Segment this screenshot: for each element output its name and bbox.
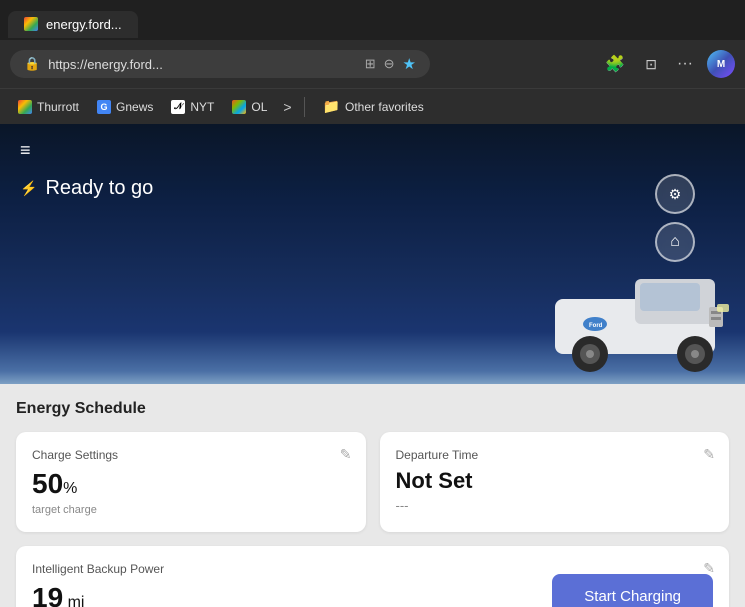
star-icon[interactable]: ★ [403,55,416,73]
departure-time-value: Not Set [396,468,714,494]
hero-content: ⚡ Ready to go [0,177,745,200]
folder-icon: 📁 [323,98,340,115]
backup-power-card: Intelligent Backup Power 19 mi range res… [16,546,729,607]
departure-time-placeholder: --- [396,498,714,513]
departure-time-card: Departure Time Not Set --- ✎ [380,432,730,532]
ol-label: OL [251,100,267,114]
tab-bar: energy.ford... [0,0,745,40]
browser-actions: 🧩 ⊡ ··· M [599,50,735,78]
home-map-icon: ⌂ [670,233,680,251]
backup-unit: mi [63,594,84,607]
bookmark-gnews[interactable]: G Gnews [89,97,161,117]
home-map-button[interactable]: ⌂ [655,222,695,262]
charge-edit-icon[interactable]: ✎ [340,446,352,463]
tab-title: energy.ford... [46,17,122,32]
tab-favicon [24,17,38,31]
section-title: Energy Schedule [16,400,729,418]
status-text: Ready to go [45,177,153,200]
address-bar-row: 🔒 https://energy.ford... ⊞ ⊖ ★ 🧩 ⊡ ··· M [0,40,745,88]
backup-power-value: 19 mi [32,582,164,607]
charge-settings-card: Charge Settings 50% target charge ✎ [16,432,366,532]
browser-chrome: energy.ford... 🔒 https://energy.ford... … [0,0,745,124]
thurrott-favicon [18,100,32,114]
main-content: Energy Schedule Charge Settings 50% targ… [0,384,745,607]
lightning-icon: ⚡ [20,180,37,197]
backup-edit-icon[interactable]: ✎ [703,560,715,577]
copilot-button[interactable]: M [707,50,735,78]
grid-icon[interactable]: ⊞ [365,56,376,72]
bookmarks-bar: Thurrott G Gnews 𝒩 NYT OL > 📁 Other favo… [0,88,745,124]
copilot-label: M [717,59,725,70]
other-favorites-label: Other favorites [345,100,424,114]
other-favorites-button[interactable]: 📁 Other favorites [315,95,432,118]
truck-illustration: Ford [535,269,745,384]
departure-time-label: Departure Time [396,448,714,462]
more-menu-icon[interactable]: ··· [671,51,699,77]
nyt-label: NYT [190,100,214,114]
bookmark-ol[interactable]: OL [224,97,275,117]
settings-map-button[interactable]: ⚙ [655,174,695,214]
backup-power-label: Intelligent Backup Power [32,562,164,576]
bookmark-thurrott[interactable]: Thurrott [10,97,87,117]
cards-row: Charge Settings 50% target charge ✎ Depa… [16,432,729,532]
extensions-icon[interactable]: 🧩 [599,50,631,78]
url-text: https://energy.ford... [48,57,357,72]
lock-icon: 🔒 [24,56,40,72]
menu-button[interactable]: ≡ [0,124,745,177]
bookmarks-separator [304,97,305,117]
page-content: ≡ ⚡ Ready to go ⚙ ⌂ [0,124,745,607]
start-charging-button[interactable]: Start Charging [552,574,713,607]
backup-power-info: Intelligent Backup Power 19 mi range res… [32,562,164,607]
active-tab[interactable]: energy.ford... [8,11,138,38]
gnews-label: Gnews [116,100,153,114]
split-screen-icon[interactable]: ⊡ [639,52,663,77]
bookmark-nyt[interactable]: 𝒩 NYT [163,97,222,117]
charge-sub-label: target charge [32,504,350,516]
hamburger-icon: ≡ [20,140,31,160]
charge-settings-value: 50% [32,468,350,500]
thurrott-label: Thurrott [37,100,79,114]
settings-map-icon: ⚙ [669,186,682,203]
map-icons: ⚙ ⌂ [655,174,695,262]
departure-edit-icon[interactable]: ✎ [703,446,715,463]
zoom-icon[interactable]: ⊖ [384,56,395,72]
hero-section: ≡ ⚡ Ready to go ⚙ ⌂ [0,124,745,384]
charge-settings-label: Charge Settings [32,448,350,462]
bookmarks-overflow-button[interactable]: > [277,96,297,118]
nyt-favicon: 𝒩 [171,100,185,114]
charge-unit: % [63,480,77,497]
ol-favicon [232,100,246,114]
svg-text:Ford: Ford [589,323,603,329]
address-bar[interactable]: 🔒 https://energy.ford... ⊞ ⊖ ★ [10,50,430,78]
gnews-favicon: G [97,100,111,114]
